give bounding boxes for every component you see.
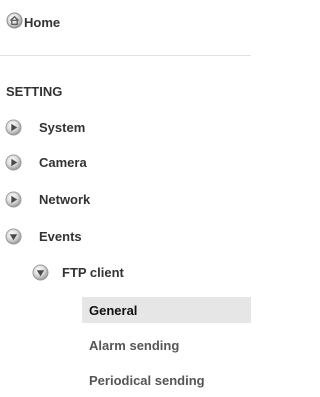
nav-item-label: FTP client	[62, 264, 124, 280]
arrow-right-icon	[5, 191, 22, 207]
nav-item-events[interactable]: Events	[5, 225, 82, 247]
section-heading: SETTING	[6, 84, 63, 99]
sub-item-periodical-sending[interactable]: Periodical sending	[82, 367, 251, 393]
home-label: Home	[24, 14, 61, 30]
nav-item-network[interactable]: Network	[5, 188, 90, 210]
arrow-down-icon	[5, 228, 22, 244]
arrow-right-icon	[5, 119, 22, 135]
sub-item-alarm-sending[interactable]: Alarm sending	[82, 332, 251, 358]
home-icon	[6, 12, 23, 29]
sub-item-general[interactable]: General	[82, 297, 251, 323]
sub-item-label: Alarm sending	[89, 337, 180, 353]
arrow-down-icon	[32, 264, 49, 280]
home-link[interactable]: Home	[6, 11, 60, 33]
divider	[0, 55, 251, 56]
nav-item-label: System	[39, 119, 86, 135]
nav-item-camera[interactable]: Camera	[5, 151, 87, 173]
sub-item-label: General	[89, 302, 138, 318]
nav-item-system[interactable]: System	[5, 116, 85, 138]
arrow-right-icon	[5, 154, 22, 170]
nav-item-ftp-client[interactable]: FTP client	[32, 261, 124, 283]
sub-item-label: Periodical sending	[89, 372, 205, 388]
nav-item-label: Events	[39, 228, 82, 244]
nav-item-label: Camera	[39, 154, 87, 170]
nav-item-label: Network	[39, 191, 91, 207]
